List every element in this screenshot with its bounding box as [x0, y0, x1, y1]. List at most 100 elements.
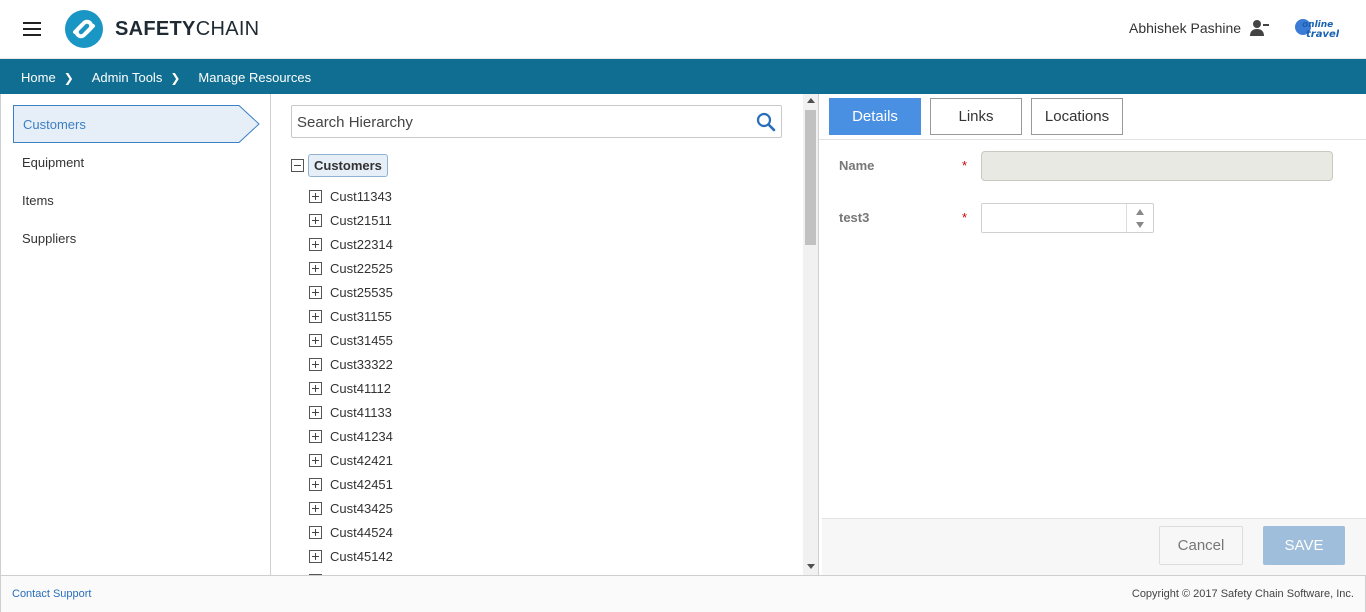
tree-node-label[interactable]: Cust11343 [330, 189, 392, 204]
tree-node-label[interactable]: Cust33322 [330, 357, 393, 372]
tree-node[interactable]: Cust43425 [309, 496, 393, 520]
svg-text:travel: travel [1306, 29, 1339, 40]
search-box [291, 105, 782, 138]
number-stepper[interactable] [1126, 204, 1153, 232]
tab-links[interactable]: Links [930, 98, 1022, 135]
hierarchy-panel: Customers Cust11343Cust21511Cust22314Cus… [271, 94, 819, 575]
tree-node-label[interactable]: Cust41133 [330, 405, 392, 420]
hierarchy-scrollbar[interactable] [803, 94, 818, 575]
expand-icon[interactable] [309, 453, 322, 467]
sidebar-item-suppliers[interactable]: Suppliers [22, 231, 76, 246]
expand-icon[interactable] [309, 405, 322, 419]
name-field[interactable] [981, 151, 1333, 181]
expand-icon[interactable] [309, 381, 322, 395]
name-label: Name [839, 158, 875, 173]
tree-node-label[interactable]: Cust22314 [330, 237, 393, 252]
tab-locations[interactable]: Locations [1031, 98, 1123, 135]
tree-node[interactable]: Cust31155 [309, 304, 393, 328]
expand-icon[interactable] [309, 357, 322, 371]
expand-icon[interactable] [309, 237, 322, 251]
sidebar-item-equipment[interactable]: Equipment [22, 155, 84, 170]
tree-node-label[interactable]: Cust43425 [330, 501, 393, 516]
expand-icon[interactable] [309, 477, 322, 491]
tree-node-label[interactable]: Cust41234 [330, 429, 393, 444]
expand-icon[interactable] [309, 429, 322, 443]
expand-icon[interactable] [309, 333, 322, 347]
tree-node-label[interactable]: Cust25535 [330, 285, 393, 300]
breadcrumb-bar: Home ❯ Admin Tools ❯ Manage Resources [0, 59, 1366, 94]
tree-node[interactable]: Cust33322 [309, 352, 393, 376]
resource-type-sidebar: Customers Equipment Items Suppliers [0, 94, 271, 575]
breadcrumb: Home ❯ Admin Tools ❯ Manage Resources [21, 70, 311, 85]
tree-node-label[interactable]: Cust21511 [330, 213, 392, 228]
form-actions: Cancel SAVE [822, 518, 1366, 575]
tree-node-label[interactable]: Cust31455 [330, 333, 393, 348]
logo-wordmark: SAFETYCHAIN [115, 17, 260, 40]
tree-node[interactable]: Cust42451 [309, 472, 393, 496]
expand-icon[interactable] [309, 501, 322, 515]
tree-node[interactable]: Cust41133 [309, 400, 393, 424]
expand-icon[interactable] [309, 309, 322, 323]
tree-node-label[interactable]: Cust44524 [330, 525, 393, 540]
sidebar-item-items[interactable]: Items [22, 193, 54, 208]
scroll-down-icon[interactable] [807, 564, 815, 569]
tree-children: Cust11343 Cust21511 Cust22314 Cust22525 Cust… [309, 184, 393, 575]
tree-node[interactable]: Cust25535 [309, 280, 393, 304]
tree-node[interactable]: Cust45142 [309, 544, 393, 568]
tree-node[interactable]: Cust22525 [309, 256, 393, 280]
decrement-icon[interactable] [1136, 222, 1144, 228]
details-panel: Details Links Locations Name * test3 * C… [819, 94, 1366, 575]
tab-divider [819, 139, 1366, 140]
tree-node[interactable]: Cust31455 [309, 328, 393, 352]
expand-icon[interactable] [309, 261, 322, 275]
test3-label: test3 [839, 210, 870, 225]
sidebar-item-label: Customers [23, 117, 86, 132]
expand-icon[interactable] [309, 549, 322, 563]
app-logo[interactable]: SAFETYCHAIN [64, 9, 259, 49]
tree-node-label[interactable]: Cust31155 [330, 309, 392, 324]
tree-node-label[interactable]: Cust22525 [330, 261, 393, 276]
tree-node[interactable]: Cust41234 [309, 424, 393, 448]
expand-icon[interactable] [309, 213, 322, 227]
breadcrumb-home[interactable]: Home [21, 70, 56, 85]
tree-node[interactable]: Cust44524 [309, 520, 393, 544]
user-settings-icon[interactable] [1249, 19, 1269, 37]
online-travel-logo-icon: online travel [1295, 19, 1339, 40]
increment-icon[interactable] [1136, 209, 1144, 215]
search-hierarchy-input[interactable] [297, 112, 747, 132]
required-marker: * [962, 158, 968, 173]
tree-node[interactable]: Cust42421 [309, 448, 393, 472]
copyright-text: Copyright © 2017 Safety Chain Software, … [1131, 588, 1354, 600]
collapse-icon[interactable] [291, 159, 304, 172]
test3-number-field[interactable] [981, 203, 1154, 233]
cancel-button[interactable]: Cancel [1159, 526, 1243, 565]
tree-node[interactable]: Cust41112 [309, 376, 393, 400]
safetychain-logo-icon [65, 10, 103, 48]
tree-node-label[interactable]: Cust41112 [330, 381, 391, 396]
required-marker: * [962, 210, 968, 225]
footer: Contact Support Copyright © 2017 Safety … [0, 575, 1366, 612]
tree-node-label[interactable]: Cust45142 [330, 549, 393, 564]
tree-root: Customers [291, 154, 388, 177]
search-icon[interactable] [756, 112, 776, 132]
scroll-up-icon[interactable] [807, 98, 815, 103]
tree-node[interactable]: Cust11343 [309, 184, 393, 208]
expand-icon[interactable] [309, 525, 322, 539]
tree-root-label[interactable]: Customers [308, 154, 388, 177]
user-name[interactable]: Abhishek Pashine [1129, 20, 1241, 36]
tree-node-label[interactable]: Cust42421 [330, 453, 393, 468]
save-button[interactable]: SAVE [1263, 526, 1345, 565]
expand-icon[interactable] [309, 285, 322, 299]
tree-node[interactable]: Cust22314 [309, 232, 393, 256]
tab-details[interactable]: Details [829, 98, 921, 135]
sidebar-item-customers[interactable]: Customers [13, 105, 260, 143]
tree-node[interactable]: Cust45545 [309, 568, 393, 575]
tree-node-label[interactable]: Cust42451 [330, 477, 393, 492]
expand-icon[interactable] [309, 189, 322, 203]
tree-node[interactable]: Cust21511 [309, 208, 393, 232]
contact-support-link[interactable]: Contact Support [12, 588, 92, 600]
breadcrumb-manage-resources: Manage Resources [198, 70, 312, 85]
breadcrumb-admin-tools[interactable]: Admin Tools [92, 70, 163, 85]
menu-icon[interactable] [23, 22, 41, 36]
scrollbar-thumb[interactable] [805, 110, 816, 245]
